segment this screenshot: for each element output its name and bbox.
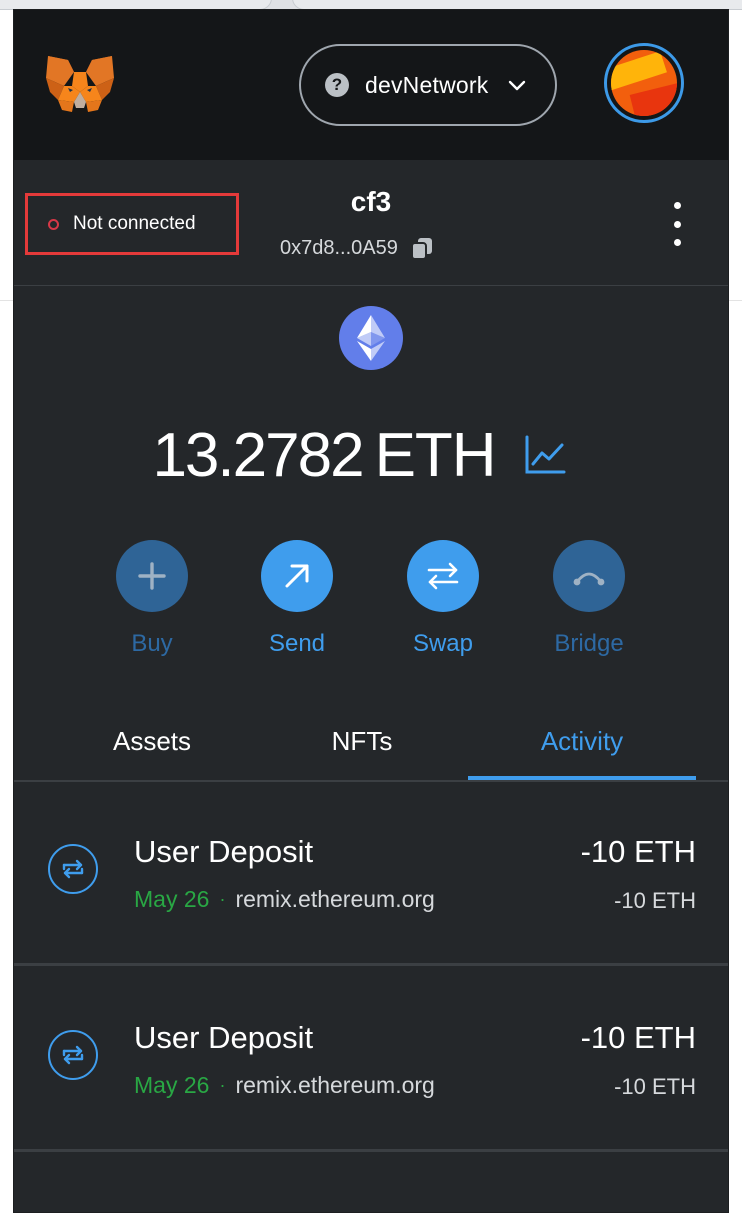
activity-item[interactable]: User Deposit May 26 · remix.ethereum.org… [14,968,728,1152]
transaction-swap-icon [48,844,98,894]
account-avatar-button[interactable] [604,43,684,123]
question-icon: ? [325,73,349,97]
connection-status[interactable]: Not connected [25,193,239,255]
account-address-copy[interactable]: 0x7d8...0A59 [280,236,434,260]
transaction-swap-icon [48,1030,98,1080]
balance-display: 13.2782 ETH [14,415,728,495]
separator-dot: · [219,1075,226,1095]
balance-unit: ETH [374,420,497,490]
portfolio-chart-icon[interactable] [524,434,566,476]
send-label: Send [268,630,326,657]
tab-assets[interactable]: Assets [54,726,250,766]
swap-label: Swap [412,630,474,657]
network-name: devNetwork [365,71,489,98]
ethereum-logo-icon [339,306,403,370]
browser-addressbar-fragment [292,0,742,10]
bridge-button[interactable]: Bridge [529,540,649,658]
transaction-amount-secondary: -10 ETH [614,1074,696,1099]
browser-tab-fragment [0,0,272,10]
transaction-title: User Deposit [134,1020,314,1055]
chevron-down-icon [509,80,526,91]
send-button[interactable]: Send [237,540,357,658]
transaction-amount: -10 ETH [580,1020,696,1055]
separator-dot: · [219,889,226,909]
swap-arrows-icon [407,540,479,612]
plus-icon [116,540,188,612]
activity-item[interactable]: User Deposit May 26 · remix.ethereum.org… [14,782,728,966]
transaction-origin: remix.ethereum.org [235,886,435,912]
transaction-meta: May 26 · remix.ethereum.org [134,886,435,913]
copy-icon [410,238,432,260]
transaction-meta: May 26 · remix.ethereum.org [134,1072,435,1099]
page-divider [0,300,14,301]
account-options-menu-icon[interactable] [664,202,690,246]
status-dot-icon [48,218,59,230]
balance-value: 13.2782 [152,420,364,490]
metamask-popup: ? devNetwork Not connected cf3 0x7d8...0… [14,10,728,1212]
bridge-label: Bridge [554,630,624,657]
tab-nfts[interactable]: NFTs [264,726,460,766]
buy-button[interactable]: Buy [92,540,212,658]
page-divider [728,300,742,301]
account-address: 0x7d8...0A59 [280,236,398,259]
transaction-date: May 26 [134,886,210,912]
transaction-date: May 26 [134,1072,210,1098]
network-selector[interactable]: ? devNetwork [299,44,557,126]
transaction-origin: remix.ethereum.org [235,1072,435,1098]
tab-bar: Assets NFTs Activity [14,710,728,782]
swap-button[interactable]: Swap [383,540,503,658]
tab-activity[interactable]: Activity [484,726,680,766]
account-bar: Not connected cf3 0x7d8...0A59 [14,160,728,286]
metamask-fox-icon[interactable] [44,52,116,118]
app-header: ? devNetwork [14,10,728,160]
active-tab-indicator [468,776,696,780]
transaction-amount-secondary: -10 ETH [614,888,696,913]
buy-label: Buy [131,630,173,657]
connection-status-label: Not connected [73,213,196,234]
arrow-up-right-icon [261,540,333,612]
transaction-title: User Deposit [134,834,314,869]
account-avatar [611,50,677,116]
bridge-icon [553,540,625,612]
transaction-amount: -10 ETH [580,834,696,869]
